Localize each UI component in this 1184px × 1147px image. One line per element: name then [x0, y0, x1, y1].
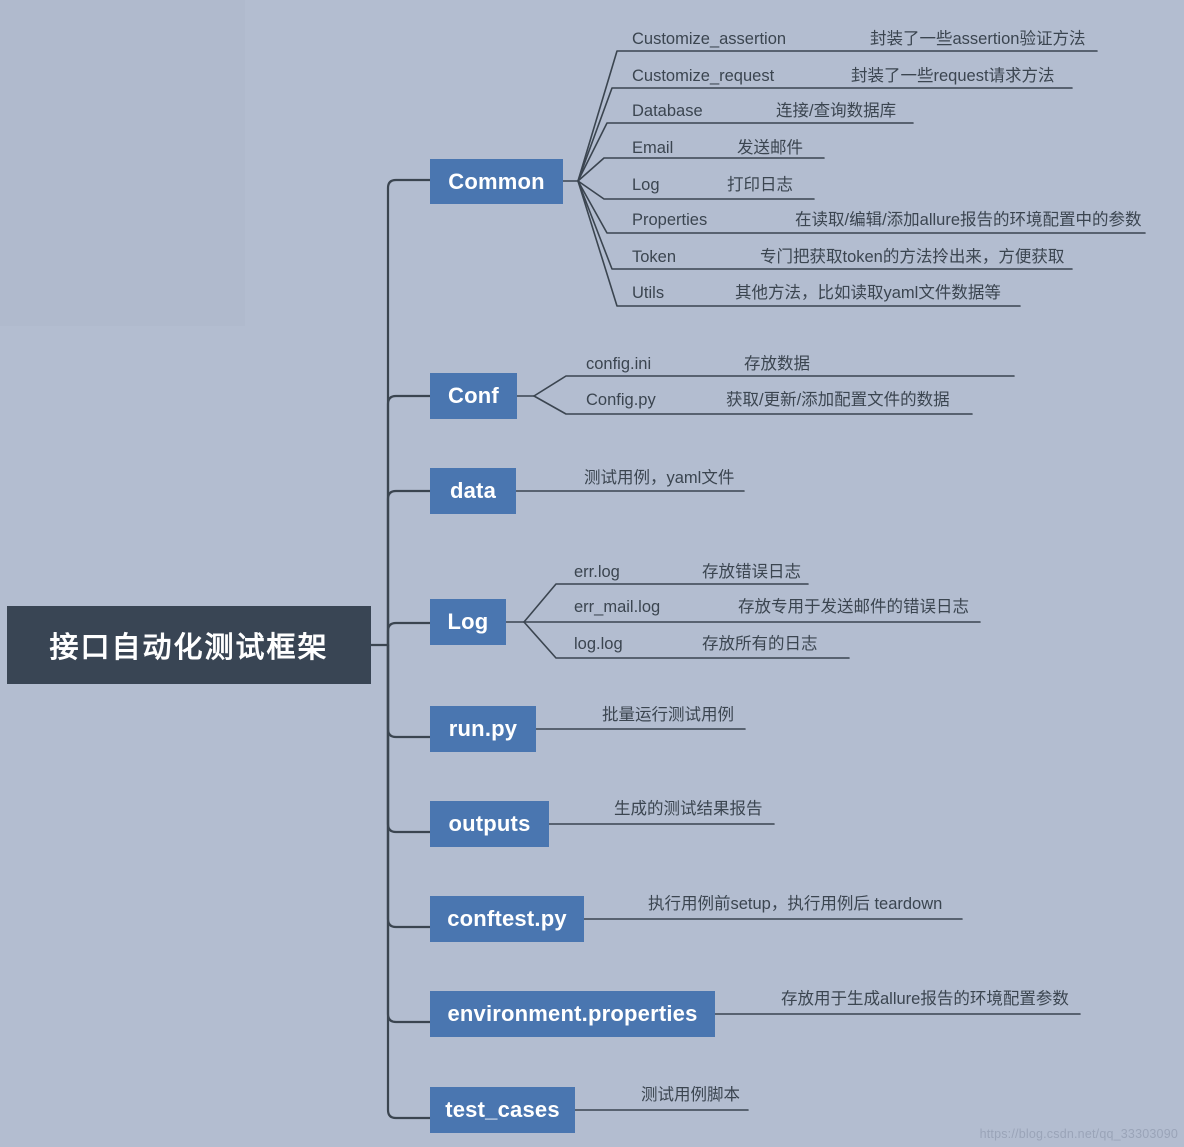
- leaf-label: Log: [632, 176, 660, 194]
- branch-label: Conf: [448, 383, 499, 408]
- leaf-desc: 生成的测试结果报告: [614, 800, 763, 818]
- leaf-desc: 封装了一些request请求方法: [851, 67, 1055, 85]
- branch-node-outputs[interactable]: outputs: [430, 801, 549, 847]
- leaf-desc: 在读取/编辑/添加allure报告的环境配置中的参数: [795, 211, 1142, 229]
- leaf-label: Utils: [632, 284, 665, 302]
- branch-node-run-py[interactable]: run.py: [430, 706, 536, 752]
- branch-node-conftest-py[interactable]: conftest.py: [430, 896, 584, 942]
- branch-label: environment.properties: [447, 1001, 698, 1026]
- leaf-label: log.log: [574, 635, 623, 653]
- leaf-desc: 批量运行测试用例: [602, 706, 734, 724]
- leaf-label: err_mail.log: [574, 598, 661, 616]
- leaf-desc: 测试用例，yaml文件: [584, 469, 735, 487]
- branch-node-conf[interactable]: Conf: [430, 373, 517, 419]
- root-label: 接口自动化测试框架: [49, 632, 329, 664]
- branch-node-environment-properties[interactable]: environment.properties: [430, 991, 715, 1037]
- leaf-label: Customize_assertion: [632, 30, 787, 48]
- mindmap-canvas: 接口自动化测试框架 Common Conf data Log run.py ou…: [0, 0, 1184, 1147]
- leaf-label: Email: [632, 139, 674, 157]
- branch-label: test_cases: [445, 1097, 560, 1122]
- leaf-desc: 打印日志: [727, 176, 793, 194]
- leaf-desc: 连接/查询数据库: [776, 102, 897, 120]
- leaf-label: Token: [632, 248, 677, 266]
- leaf-label: Customize_request: [632, 67, 775, 85]
- branch-label: run.py: [448, 716, 518, 741]
- leaf-desc: 存放数据: [744, 355, 810, 373]
- leaf-desc: 执行用例前setup，执行用例后 teardown: [648, 895, 943, 913]
- root-node[interactable]: 接口自动化测试框架: [7, 606, 371, 684]
- leaf-label: err.log: [574, 563, 620, 581]
- branch-label: data: [449, 478, 497, 503]
- leaf-desc: 存放错误日志: [702, 563, 801, 581]
- branch-node-test-cases[interactable]: test_cases: [430, 1087, 575, 1133]
- branch-label: conftest.py: [447, 906, 567, 931]
- leaf-desc: 发送邮件: [737, 139, 803, 157]
- leaf-desc: 存放所有的日志: [702, 635, 818, 653]
- leaf-desc: 测试用例脚本: [641, 1086, 740, 1104]
- watermark: https://blog.csdn.net/qq_33303090: [979, 1127, 1178, 1141]
- background-panel: [0, 0, 245, 326]
- branch-label: outputs: [448, 811, 531, 836]
- leaf-label: config.ini: [586, 355, 652, 373]
- branch-node-common[interactable]: Common: [430, 159, 563, 204]
- branch-label: Log: [447, 609, 489, 634]
- branch-node-data[interactable]: data: [430, 468, 516, 514]
- branch-label: Common: [448, 168, 545, 194]
- leaf-desc: 其他方法，比如读取yaml文件数据等: [735, 284, 1001, 302]
- leaf-label: Database: [632, 102, 703, 120]
- leaf-desc: 存放专用于发送邮件的错误日志: [738, 598, 969, 616]
- leaf-label: Config.py: [586, 391, 656, 409]
- leaf-label: Properties: [632, 211, 708, 229]
- branch-node-log[interactable]: Log: [430, 599, 506, 645]
- leaf-desc: 专门把获取token的方法拎出来，方便获取: [760, 248, 1065, 266]
- leaf-desc: 存放用于生成allure报告的环境配置参数: [781, 990, 1069, 1008]
- leaf-desc: 获取/更新/添加配置文件的数据: [726, 391, 950, 409]
- leaf-desc: 封装了一些assertion验证方法: [870, 30, 1086, 48]
